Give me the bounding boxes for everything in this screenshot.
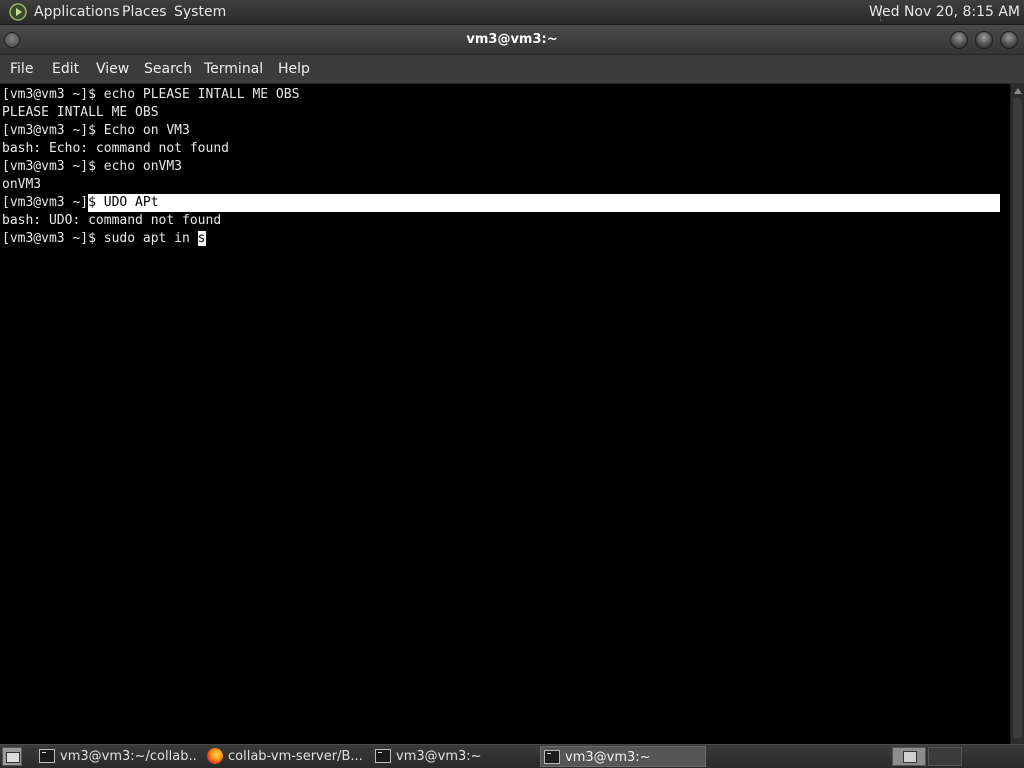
scroll-up-arrow-icon[interactable] [1014, 88, 1022, 94]
terminal-line: [vm3@vm3 ~]$ echo PLEASE INTALL ME OBS [2, 87, 300, 102]
menu-file[interactable]: File [10, 55, 33, 84]
taskbar-item-label: vm3@vm3:~/collab... [60, 749, 198, 764]
firefox-icon [207, 748, 223, 764]
terminal-selected-line: [vm3@vm3 ~]$ UDO APt [0, 194, 1010, 212]
terminal-line: bash: Echo: command not found [2, 141, 229, 156]
terminal-line: [vm3@vm3 ~]$ echo onVM3 [2, 159, 183, 174]
taskbar-item[interactable]: vm3@vm3:~ [372, 746, 536, 767]
desktop-screen: Applications Places System Wed Nov 20, 8… [0, 0, 1024, 768]
terminal-current-line[interactable]: [vm3@vm3 ~]$ sudo apt in s [0, 230, 1010, 248]
places-menu[interactable]: Places [122, 0, 167, 25]
window-titlebar[interactable]: vm3@vm3:~ [0, 25, 1024, 55]
clock[interactable]: Wed Nov 20, 8:15 AM [869, 0, 1020, 25]
menu-edit[interactable]: Edit [52, 55, 79, 84]
bottom-panel: vm3@vm3:~/collab... collab-vm-server/B..… [0, 744, 1024, 768]
minimize-icon[interactable] [950, 31, 968, 49]
taskbar-item-label: collab-vm-server/B... [228, 749, 363, 764]
terminal-line: [vm3@vm3 ~]$ Echo on VM3 [2, 123, 190, 138]
workspace-1-button[interactable] [892, 747, 926, 766]
window-title: vm3@vm3:~ [466, 32, 558, 47]
workspace-2-button[interactable] [928, 747, 962, 766]
text-selection[interactable]: $ UDO APt [88, 194, 1001, 212]
terminal-icon [544, 750, 560, 764]
terminal-output[interactable]: [vm3@vm3 ~]$ echo PLEASE INTALL ME OBS P… [0, 84, 1010, 744]
close-icon[interactable] [1000, 31, 1018, 49]
terminal-icon [39, 749, 55, 763]
terminal-menubar: File Edit View Search Terminal Help [0, 55, 1024, 84]
terminal-line: bash: UDO: command not found [2, 213, 222, 228]
terminal-line: onVM3 [2, 177, 42, 192]
top-panel: Applications Places System Wed Nov 20, 8… [0, 0, 1024, 25]
maximize-icon[interactable] [975, 31, 993, 49]
taskbar-item-active[interactable]: vm3@vm3:~ [540, 746, 706, 767]
menu-help[interactable]: Help [278, 55, 310, 84]
workspace-icon [903, 751, 917, 763]
terminal-icon [375, 749, 391, 763]
terminal-prompt: [vm3@vm3 ~] [2, 195, 89, 210]
taskbar-item[interactable]: collab-vm-server/B... [204, 746, 368, 767]
applications-menu[interactable]: Applications [34, 0, 120, 25]
menu-terminal[interactable]: Terminal [204, 55, 263, 84]
applications-logo-icon[interactable] [9, 3, 27, 21]
system-menu[interactable]: System [174, 0, 226, 25]
terminal-cursor: s [197, 231, 206, 246]
terminal-scrollbar[interactable] [1010, 84, 1024, 744]
terminal-line: PLEASE INTALL ME OBS [2, 105, 159, 120]
menu-view[interactable]: View [96, 55, 129, 84]
show-desktop-icon [6, 752, 20, 763]
taskbar-item-label: vm3@vm3:~ [565, 750, 651, 765]
taskbar-item-label: vm3@vm3:~ [396, 749, 482, 764]
show-desktop-button[interactable] [2, 747, 22, 766]
taskbar-item[interactable]: vm3@vm3:~/collab... [36, 746, 198, 767]
terminal-input[interactable]: [vm3@vm3 ~]$ sudo apt in [2, 231, 198, 246]
menu-search[interactable]: Search [144, 55, 192, 84]
scrollbar-thumb[interactable] [1013, 98, 1022, 738]
